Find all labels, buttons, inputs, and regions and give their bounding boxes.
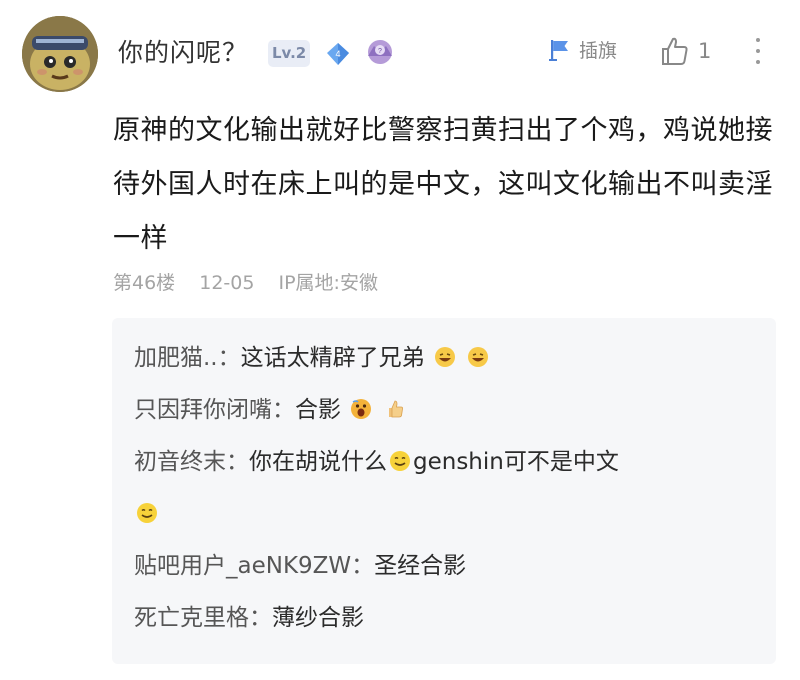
reply-text: genshin可不是中文 xyxy=(413,449,619,475)
reply-list: 加肥猫..：这话太精辟了兄弟 只因拜你闭嘴：合影 初音终末：你在胡说什么 gen… xyxy=(112,318,776,664)
reply-item[interactable]: 初音终末：你在胡说什么 genshin可不是中文 xyxy=(134,436,754,540)
more-dot-icon xyxy=(756,38,760,42)
thumbs-up-icon xyxy=(662,37,688,65)
like-button[interactable]: 1 xyxy=(658,34,711,68)
reply-item[interactable]: 死亡克里格：薄纱合影 xyxy=(134,592,754,644)
avatar-image xyxy=(22,16,98,92)
thumbs-up-emoji-icon xyxy=(388,400,403,418)
reply-text: 你在胡说什么 xyxy=(249,449,387,475)
reply-item[interactable]: 加肥猫..：这话太精辟了兄弟 xyxy=(134,332,754,384)
flag-icon xyxy=(549,39,568,61)
reply-author[interactable]: 只因拜你闭嘴： xyxy=(134,397,295,423)
reply-item[interactable]: 只因拜你闭嘴：合影 xyxy=(134,384,754,436)
post-card: 你的闪呢？ Lv.2 4 ? 插旗 1 原神的文化输出就好比警察扫黄扫出了个鸡，… xyxy=(0,0,800,680)
ip-location: IP属地:安徽 xyxy=(278,272,378,294)
reply-continuation xyxy=(134,488,754,540)
more-options-button[interactable] xyxy=(748,34,768,68)
svg-text:?: ? xyxy=(378,48,382,55)
reply-author[interactable]: 贴吧用户_aeNK9ZW： xyxy=(134,553,374,579)
reply-author[interactable]: 加肥猫..： xyxy=(134,345,241,371)
avatar[interactable] xyxy=(22,16,98,92)
flag-label: 插旗 xyxy=(579,40,618,62)
more-dot-icon xyxy=(756,49,760,53)
more-dot-icon xyxy=(756,60,760,64)
floor-number: 第46楼 xyxy=(113,272,176,294)
gem-badge-icon: 4 xyxy=(327,43,349,65)
smile-emoji-icon xyxy=(137,503,157,523)
level-badge: Lv.2 xyxy=(268,40,311,67)
like-count: 1 xyxy=(698,39,712,63)
reply-author[interactable]: 初音终末： xyxy=(134,449,249,475)
reply-text: 这话太精辟了兄弟 xyxy=(240,345,425,371)
smile-emoji-icon xyxy=(390,451,410,471)
grin-emoji-icon xyxy=(434,347,455,367)
post-content: 原神的文化输出就好比警察扫黄扫出了个鸡，鸡说她接待外国人时在床上叫的是中文，这叫… xyxy=(113,115,773,254)
reply-author[interactable]: 死亡克里格： xyxy=(134,605,272,631)
reply-text: 合影 xyxy=(295,397,341,423)
medal-badge-icon: ? xyxy=(368,40,392,64)
gem-badge-count: 4 xyxy=(335,49,340,59)
post-meta: 第46楼 12-05 IP属地:安徽 xyxy=(113,268,396,295)
reply-text: 薄纱合影 xyxy=(272,605,364,631)
reply-item[interactable]: 贴吧用户_aeNK9ZW：圣经合影 xyxy=(134,540,754,592)
username[interactable]: 你的闪呢？ xyxy=(118,33,248,69)
scared-emoji-icon xyxy=(351,399,372,419)
grin-emoji-icon xyxy=(468,347,489,367)
post-date: 12-05 xyxy=(199,272,255,294)
reply-text: 圣经合影 xyxy=(374,553,467,579)
flag-button[interactable]: 插旗 xyxy=(547,36,617,63)
